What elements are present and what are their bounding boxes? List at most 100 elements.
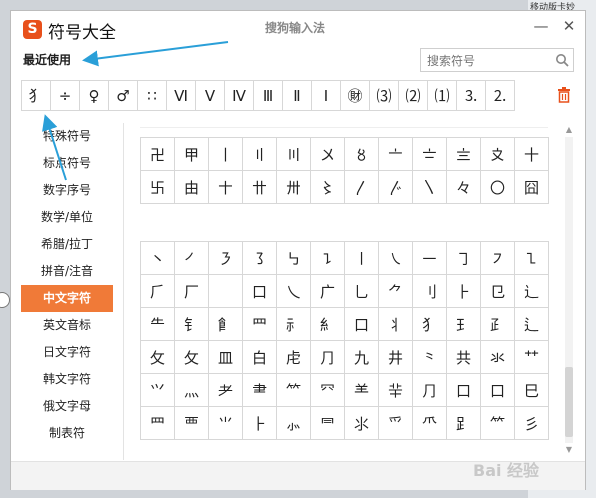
symbol-cell[interactable]: ⺫ — [243, 308, 277, 341]
symbol-cell[interactable]: ㇒ — [175, 242, 209, 275]
symbol-cell[interactable]: 〸 — [209, 171, 243, 204]
symbol-cell[interactable]: ㇌ — [243, 242, 277, 275]
symbol-cell[interactable]: ⺃ — [345, 275, 379, 308]
recent-symbol-cell[interactable]: ⑵ — [398, 80, 428, 111]
symbol-cell[interactable]: 〧 — [413, 138, 447, 171]
symbol-cell[interactable]: ⻊ — [447, 407, 481, 440]
scroll-track[interactable] — [565, 137, 573, 443]
symbol-cell[interactable]: ⺪ — [481, 308, 515, 341]
recent-symbol-cell[interactable]: ⒊ — [456, 80, 486, 111]
symbol-cell[interactable]: 〤 — [311, 138, 345, 171]
recent-symbol-cell[interactable]: ÷ — [50, 80, 80, 111]
symbol-cell[interactable]: ㇆ — [447, 242, 481, 275]
symbol-cell[interactable]: ⺢ — [345, 407, 379, 440]
recent-symbol-cell[interactable]: ♂ — [108, 80, 138, 111]
symbol-cell[interactable]: 口 — [243, 275, 277, 308]
sidebar-item[interactable]: 标点符号 — [21, 150, 113, 177]
symbol-cell[interactable]: 〇 — [481, 171, 515, 204]
search-icon[interactable] — [555, 53, 569, 67]
symbol-cell[interactable]: ㇐ — [413, 242, 447, 275]
symbol-cell[interactable]: 乀 — [277, 275, 311, 308]
sidebar-item[interactable]: 中文字符 — [21, 285, 113, 312]
recent-symbol-cell[interactable]: ㊖ — [340, 80, 370, 111]
recent-symbol-cell[interactable]: ⑴ — [427, 80, 457, 111]
symbol-cell[interactable]: ⺮ — [277, 374, 311, 407]
symbol-cell[interactable]: ⺣ — [175, 374, 209, 407]
recent-symbol-cell[interactable]: Ⅲ — [253, 80, 283, 111]
symbol-cell[interactable]: ⺧ — [141, 308, 175, 341]
sidebar-item[interactable]: 数字序号 — [21, 177, 113, 204]
close-button[interactable]: ✕ — [559, 16, 579, 36]
sidebar-item[interactable]: 英文音标 — [21, 312, 113, 339]
symbol-cell[interactable]: ㇉ — [277, 242, 311, 275]
scroll-thumb[interactable] — [565, 367, 573, 437]
symbol-cell[interactable]: 〹 — [243, 171, 277, 204]
symbol-cell[interactable]: ⺷ — [345, 374, 379, 407]
recent-symbol-cell[interactable]: ∷ — [137, 80, 167, 111]
symbol-cell[interactable]: ⺻ — [243, 374, 277, 407]
trash-icon[interactable] — [557, 87, 571, 103]
sidebar-item[interactable]: 日文字符 — [21, 339, 113, 366]
symbol-cell[interactable]: ⻌ — [515, 275, 549, 308]
symbol-cell[interactable]: ㇅ — [515, 242, 549, 275]
recent-symbol-cell[interactable]: Ⅱ — [282, 80, 312, 111]
minimize-button[interactable]: — — [531, 16, 551, 36]
symbol-cell[interactable]: 〨 — [447, 138, 481, 171]
symbol-cell[interactable]: 共 — [447, 341, 481, 374]
symbol-cell[interactable]: 丨 — [209, 138, 243, 171]
symbol-cell[interactable]: 白 — [243, 341, 277, 374]
recent-symbol-cell[interactable]: Ⅴ — [195, 80, 225, 111]
symbol-cell[interactable]: ⺒ — [515, 374, 549, 407]
symbol-cell[interactable]: ⺯ — [311, 308, 345, 341]
symbol-cell[interactable]: 攵 — [175, 341, 209, 374]
symbol-cell[interactable]: ⺦ — [379, 308, 413, 341]
symbol-cell[interactable]: 卍 — [141, 138, 175, 171]
symbol-cell[interactable]: 口 — [447, 374, 481, 407]
symbol-cell[interactable]: ⻍ — [515, 308, 549, 341]
recent-symbol-cell[interactable]: Ⅰ — [311, 80, 341, 111]
symbol-cell[interactable] — [209, 275, 243, 308]
recent-symbol-cell[interactable]: Ⅵ — [166, 80, 196, 111]
sidebar-item[interactable]: 拼音/注音 — [21, 258, 113, 285]
symbol-cell[interactable]: 〦 — [379, 138, 413, 171]
recent-symbol-cell[interactable]: ⒉ — [485, 80, 515, 111]
vertical-scrollbar[interactable]: ▲ ▼ — [563, 125, 575, 455]
symbol-cell[interactable]: 彡 — [515, 407, 549, 440]
recent-symbol-cell[interactable]: ⑶ — [369, 80, 399, 111]
symbol-cell[interactable]: ㇏ — [379, 242, 413, 275]
symbol-cell[interactable]: ⻐ — [175, 308, 209, 341]
sidebar-item[interactable]: 特殊符号 — [21, 123, 113, 150]
symbol-cell[interactable]: 〩 — [481, 138, 515, 171]
symbol-cell[interactable]: ⺲ — [141, 407, 175, 440]
symbol-cell[interactable]: 九 — [345, 341, 379, 374]
sidebar-item[interactable]: 希腊/拉丁 — [21, 231, 113, 258]
symbol-cell[interactable]: ⺜ — [311, 407, 345, 440]
symbol-cell[interactable]: 〥 — [345, 138, 379, 171]
symbol-cell[interactable]: ⺳ — [311, 374, 345, 407]
recent-symbol-cell[interactable]: Ⅳ — [224, 80, 254, 111]
symbol-cell[interactable]: ⺗ — [277, 407, 311, 440]
symbol-cell[interactable]: ⺉ — [413, 275, 447, 308]
scroll-up-icon[interactable]: ▲ — [563, 125, 575, 135]
symbol-cell[interactable]: ⺋ — [481, 275, 515, 308]
symbol-cell[interactable]: ⻞ — [209, 308, 243, 341]
symbol-cell[interactable]: ㇋ — [209, 242, 243, 275]
symbol-cell[interactable]: 口 — [481, 374, 515, 407]
search-input[interactable] — [425, 50, 553, 72]
symbol-cell[interactable]: 十 — [515, 138, 549, 171]
symbol-cell[interactable]: ⺿ — [515, 341, 549, 374]
symbol-cell[interactable]: 由 — [175, 171, 209, 204]
search-box[interactable] — [420, 48, 574, 72]
symbol-cell[interactable]: ⺩ — [447, 308, 481, 341]
symbol-cell[interactable]: 广 — [311, 275, 345, 308]
symbol-cell[interactable]: 〣 — [277, 138, 311, 171]
sidebar-item[interactable]: 俄文字母 — [21, 393, 113, 420]
symbol-cell[interactable]: ㇇ — [481, 242, 515, 275]
symbol-cell[interactable]: 〢 — [243, 138, 277, 171]
symbol-cell[interactable]: ⺸ — [379, 374, 413, 407]
symbol-cell[interactable]: ⺊ — [243, 407, 277, 440]
symbol-cell[interactable]: ⺬ — [277, 308, 311, 341]
symbol-cell[interactable]: ⺈ — [379, 275, 413, 308]
symbol-cell[interactable]: 厂 — [175, 275, 209, 308]
symbol-cell[interactable]: 〳 — [345, 171, 379, 204]
